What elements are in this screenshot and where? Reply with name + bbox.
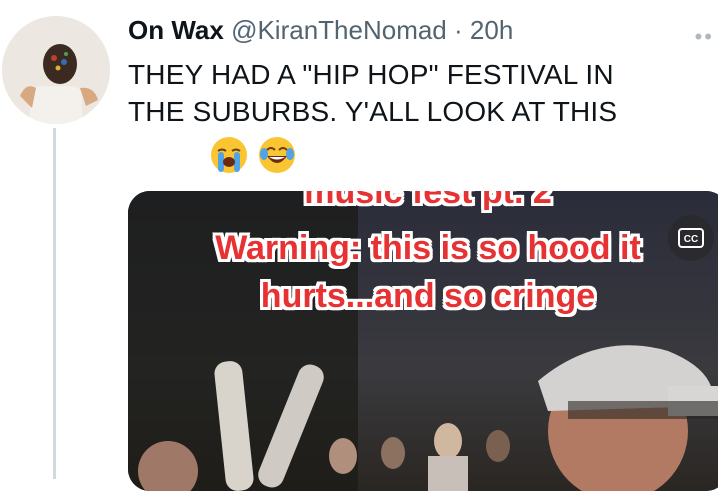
cc-label: CC — [684, 234, 698, 245]
avatar-image — [2, 16, 110, 124]
tweet-header: On Wax @KiranTheNomad · 20h — [128, 14, 513, 46]
caption-line-1: Warning: this is so hood it — [215, 229, 641, 267]
caption-top: music fest pt. 2 — [304, 191, 552, 211]
closed-captions-button[interactable]: CC — [668, 215, 714, 261]
timestamp[interactable]: 20h — [470, 15, 513, 45]
media-video[interactable]: music fest pt. 2 Warning: this is so hoo… — [128, 191, 718, 491]
tears-of-joy-face-icon — [259, 137, 295, 173]
emoji-row — [210, 136, 296, 174]
closed-captions-icon: CC — [678, 228, 704, 248]
caption-line-2: hurts...and so cringe — [260, 277, 596, 315]
thread-line — [53, 128, 56, 479]
handle[interactable]: @KiranTheNomad — [231, 15, 447, 45]
display-name[interactable]: On Wax — [128, 15, 224, 45]
tweet-text: THEY HAD A "HIP HOP" FESTIVAL IN THE SUB… — [128, 56, 708, 130]
avatar[interactable] — [2, 16, 110, 124]
tweet-text-line-1: THEY HAD A "HIP HOP" FESTIVAL IN — [128, 59, 614, 90]
more-options-icon[interactable]: •• — [695, 24, 714, 50]
loudly-crying-face-icon — [211, 137, 247, 173]
tweet-text-line-2: THE SUBURBS. Y'ALL LOOK AT THIS — [128, 96, 618, 127]
separator: · — [454, 15, 463, 45]
